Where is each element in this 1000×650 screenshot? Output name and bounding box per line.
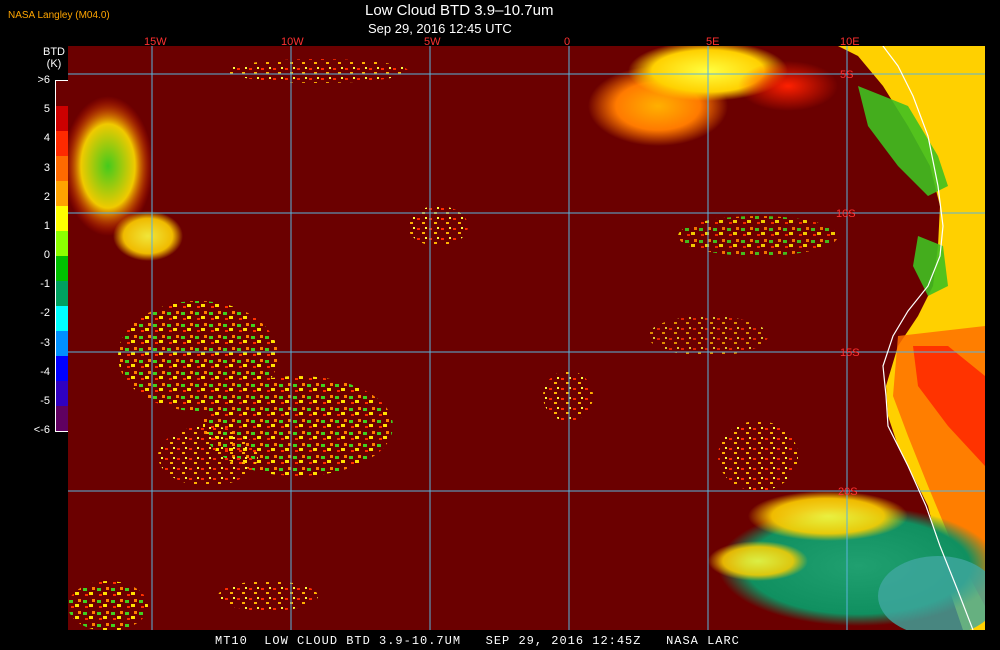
lat-label-5s: 5S (840, 69, 853, 81)
cloud-north-red (738, 61, 838, 111)
cloud-edge-yellow (748, 491, 908, 541)
lon-top-15w: 15W (144, 36, 167, 48)
lat-label-15s: 15S (840, 347, 860, 359)
cloud-edge-west (708, 541, 808, 581)
colorbar-tick-label: 1 (43, 219, 50, 232)
top-lon-labels: 15W 10W 5W 0 5E 10E (144, 36, 860, 48)
cloud-patch-10s (408, 206, 468, 246)
cloud-cells-southwest (158, 426, 258, 486)
lon-top-5w: 5W (424, 36, 441, 48)
lon-top-0: 0 (564, 36, 570, 48)
lat-label-10s: 10S (836, 208, 856, 220)
colorbar-tick-label: -1 (40, 278, 50, 291)
colorbar-tick-label: 4 (43, 132, 50, 145)
cloud-patch-center (543, 371, 593, 421)
image-title: Low Cloud BTD 3.9–10.7um (365, 2, 554, 19)
colorbar-tick-label: -5 (40, 394, 50, 407)
lon-top-5e: 5E (706, 36, 719, 48)
colorbar-tick-label: >6 (37, 74, 50, 86)
cloud-patch-southwest (68, 581, 148, 630)
colorbar-unit: BTD (K) (42, 46, 66, 70)
colorbar-tick-label: 3 (43, 161, 50, 174)
colorbar-tick-label: -3 (40, 336, 50, 349)
colorbar-tick-label: 0 (43, 249, 50, 261)
cloud-west-patch (113, 211, 183, 261)
satellite-map: 15W 10W 5W 0 5E 10E 5S 10S 15S 20S (68, 46, 985, 630)
cloud-band-10s-east (678, 216, 838, 256)
cloud-patch-east (718, 421, 798, 491)
colorbar-tick-label: -2 (40, 307, 50, 320)
credit-label: NASA Langley (M04.0) (8, 10, 110, 21)
colorbar-tick-label: <-6 (33, 424, 50, 436)
colorbar-unit-symbol: (K) (46, 58, 62, 70)
lon-top-10e: 10E (840, 36, 860, 48)
colorbar-unit-name: BTD (43, 46, 65, 58)
cloud-north-band (228, 59, 408, 83)
colorbar-tick-label: -4 (40, 365, 50, 378)
colorbar-tick-label: 2 (43, 190, 50, 203)
colorbar-tick-label: 5 (43, 103, 50, 116)
lon-top-10w: 10W (281, 36, 304, 48)
cloud-patch-south (218, 581, 318, 611)
lat-label-20s: 20S (838, 486, 858, 498)
footer-caption: MT10 LOW CLOUD BTD 3.9-10.7UM SEP 29, 20… (215, 634, 740, 648)
